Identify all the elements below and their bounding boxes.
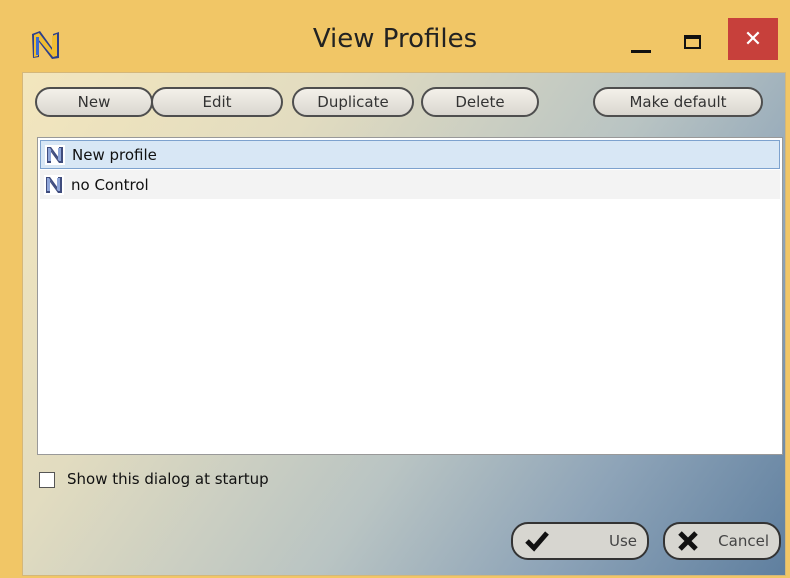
use-label: Use (608, 532, 637, 550)
list-item-label: New profile (72, 145, 157, 164)
close-button[interactable]: ✕ (728, 18, 778, 60)
title-bar[interactable]: View Profiles ✕ (0, 0, 790, 80)
checkmark-icon (525, 531, 549, 552)
list-item[interactable]: New profile (40, 140, 780, 169)
dialog-content: New Edit Duplicate Delete Make default N… (22, 72, 786, 576)
duplicate-button[interactable]: Duplicate (292, 87, 414, 117)
cancel-label: Cancel (718, 532, 769, 550)
app-logo-icon (32, 31, 59, 59)
maximize-button[interactable] (668, 22, 716, 62)
minimize-icon (631, 49, 651, 53)
new-button[interactable]: New (35, 87, 153, 117)
show-at-startup-label: Show this dialog at startup (67, 470, 269, 488)
minimize-button[interactable] (614, 22, 668, 62)
maximize-icon (683, 35, 701, 49)
profile-list[interactable]: New profile no Control (37, 137, 783, 455)
close-icon: ✕ (743, 26, 763, 52)
list-item[interactable]: no Control (40, 170, 780, 199)
x-icon (678, 531, 698, 551)
show-at-startup-checkbox[interactable] (39, 472, 55, 488)
cancel-button[interactable]: Cancel (663, 522, 781, 560)
profile-icon (44, 174, 64, 195)
list-item-label: no Control (71, 175, 149, 194)
use-button[interactable]: Use (511, 522, 649, 560)
make-default-button[interactable]: Make default (593, 87, 763, 117)
profile-icon (45, 144, 65, 165)
delete-button[interactable]: Delete (421, 87, 539, 117)
view-profiles-window: View Profiles ✕ New Edit Duplicate Delet… (0, 0, 790, 578)
edit-button[interactable]: Edit (151, 87, 283, 117)
